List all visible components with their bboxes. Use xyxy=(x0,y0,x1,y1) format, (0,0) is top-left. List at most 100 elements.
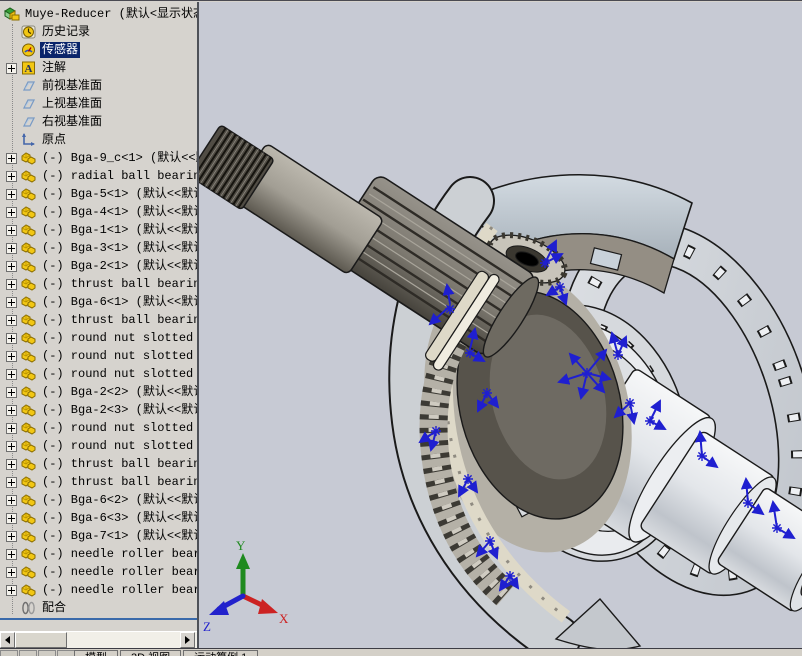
tree-item-part-16[interactable]: (-) round nut slotted for xyxy=(0,419,197,437)
tree-item-part-1[interactable]: (-) Bga-9_c<1> (默认<<默认 xyxy=(0,149,197,167)
tree-item-part-24[interactable]: (-) needle roller bearing_ xyxy=(0,563,197,581)
expander-icon[interactable] xyxy=(6,242,17,254)
tree-item-part-12[interactable]: (-) round nut slotted for xyxy=(0,347,197,365)
sensor-icon xyxy=(20,42,37,58)
tree-item-part-2[interactable]: (-) radial ball bearing_68 xyxy=(0,167,197,185)
tab-0[interactable]: 模型 xyxy=(74,650,118,656)
tree-item-part-14[interactable]: (-) Bga-2<2> (默认<<默认>_ xyxy=(0,383,197,401)
item-label: (-) Bga-9_c<1> (默认<<默认 xyxy=(42,151,197,165)
tree-item-origin[interactable]: 原点 xyxy=(0,131,197,149)
graphics-viewport[interactable]: Y X Z xyxy=(199,2,802,649)
tree-item-part-21[interactable]: (-) Bga-6<3> (默认<<默认>_ xyxy=(0,509,197,527)
expander-icon[interactable] xyxy=(6,206,17,218)
part-icon xyxy=(20,456,37,472)
tab-nav-button[interactable] xyxy=(0,650,18,656)
item-label: (-) thrust ball bearing_68 xyxy=(42,475,197,489)
tree-item-part-19[interactable]: (-) thrust ball bearing_68 xyxy=(0,473,197,491)
tree-item-part-5[interactable]: (-) Bga-1<1> (默认<<默认>_ xyxy=(0,221,197,239)
plane-icon xyxy=(20,78,37,94)
left-arrow-icon xyxy=(5,636,10,644)
tree-item-top-plane[interactable]: 上视基准面 xyxy=(0,95,197,113)
item-label: (-) Bga-3<1> (默认<<默认>_ xyxy=(42,241,197,255)
part-icon xyxy=(20,528,37,544)
tree-item-part-13[interactable]: (-) round nut slotted for xyxy=(0,365,197,383)
expander-icon[interactable] xyxy=(6,368,17,380)
tab-nav-button[interactable] xyxy=(19,650,37,656)
part-icon xyxy=(20,312,37,328)
plane-icon xyxy=(20,114,37,130)
tree-item-history[interactable]: 历史记录 xyxy=(0,23,197,41)
expander-icon[interactable] xyxy=(6,404,17,416)
item-label: (-) needle roller bearing_ xyxy=(42,583,197,597)
expander-icon[interactable] xyxy=(6,296,17,308)
tree-item-annotations[interactable]: A 注解 xyxy=(0,59,197,77)
expander-icon[interactable] xyxy=(6,224,17,236)
tree-item-part-3[interactable]: (-) Bga-5<1> (默认<<默认>_ xyxy=(0,185,197,203)
tree-item-part-22[interactable]: (-) Bga-7<1> (默认<<默认>_ xyxy=(0,527,197,545)
expander-icon[interactable] xyxy=(6,152,17,164)
tree-item-part-7[interactable]: (-) Bga-2<1> (默认<<默认>_ xyxy=(0,257,197,275)
tab-nav-buttons[interactable] xyxy=(0,650,76,656)
tree-item-part-17[interactable]: (-) round nut slotted for xyxy=(0,437,197,455)
tree-item-part-18[interactable]: (-) thrust ball bearing_68 xyxy=(0,455,197,473)
tab-1[interactable]: 3D 视图 xyxy=(120,650,182,656)
tab-2[interactable]: 运动算例 1 xyxy=(183,650,259,656)
tree-item-part-6[interactable]: (-) Bga-3<1> (默认<<默认>_ xyxy=(0,239,197,257)
expander-icon[interactable] xyxy=(6,566,17,578)
tree-item-part-4[interactable]: (-) Bga-4<1> (默认<<默认>_ xyxy=(0,203,197,221)
part-icon xyxy=(20,438,37,454)
item-label: (-) Bga-1<1> (默认<<默认>_ xyxy=(42,223,197,237)
tree-item-root-assembly[interactable]: Muye-Reducer (默认<显示状态- xyxy=(0,5,197,23)
tree-item-right-plane[interactable]: 右视基准面 xyxy=(0,113,197,131)
item-label: (-) radial ball bearing_68 xyxy=(42,169,197,183)
expander-icon[interactable] xyxy=(6,494,17,506)
tree-horizontal-scrollbar[interactable] xyxy=(0,631,197,649)
expander-icon[interactable] xyxy=(6,260,17,272)
tree-item-part-20[interactable]: (-) Bga-6<2> (默认<<默认>_ xyxy=(0,491,197,509)
expander-icon[interactable] xyxy=(6,440,17,452)
tree-item-part-8[interactable]: (-) thrust ball bearing_68 xyxy=(0,275,197,293)
expander-icon[interactable] xyxy=(6,458,17,470)
tree-item-part-11[interactable]: (-) round nut slotted for xyxy=(0,329,197,347)
tree-item-part-10[interactable]: (-) thrust ball bearing_68 xyxy=(0,311,197,329)
tree-item-mates[interactable]: 配合 xyxy=(0,599,197,617)
item-label: (-) Bga-2<3> (默认<<默认>_ xyxy=(42,403,197,417)
item-label: Muye-Reducer (默认<显示状态- xyxy=(25,7,197,21)
expander-icon[interactable] xyxy=(6,386,17,398)
panel-bottom-accent xyxy=(0,618,197,620)
expander-icon[interactable] xyxy=(6,170,17,182)
tree-item-part-9[interactable]: (-) Bga-6<1> (默认<<默认>_ xyxy=(0,293,197,311)
annotation-icon: A xyxy=(20,60,37,76)
expander-icon[interactable] xyxy=(6,332,17,344)
expander-icon[interactable] xyxy=(6,188,17,200)
expander-icon[interactable] xyxy=(6,530,17,542)
scrollbar-thumb[interactable] xyxy=(15,632,67,648)
expander-icon[interactable] xyxy=(6,422,17,434)
expander-icon[interactable] xyxy=(6,278,17,290)
tree-item-front-plane[interactable]: 前视基准面 xyxy=(0,77,197,95)
expander-icon[interactable] xyxy=(6,350,17,362)
expander-icon[interactable] xyxy=(6,512,17,524)
tree-item-part-25[interactable]: (-) needle roller bearing_ xyxy=(0,581,197,599)
feature-tree: Muye-Reducer (默认<显示状态- 历史记录 传感器 A 注解 前视基… xyxy=(0,5,197,617)
part-icon xyxy=(20,510,37,526)
item-label: (-) round nut slotted for xyxy=(42,367,197,381)
triad-z-label: Z xyxy=(203,619,211,634)
assembly-icon xyxy=(3,6,20,22)
tree-item-part-15[interactable]: (-) Bga-2<3> (默认<<默认>_ xyxy=(0,401,197,419)
item-label: 前视基准面 xyxy=(42,79,103,93)
tree-item-part-23[interactable]: (-) needle roller bearing_ xyxy=(0,545,197,563)
solidworks-window: Muye-Reducer (默认<显示状态- 历史记录 传感器 A 注解 前视基… xyxy=(0,0,802,656)
scroll-left-button[interactable] xyxy=(0,632,15,648)
expander-icon[interactable] xyxy=(6,62,17,74)
expander-icon[interactable] xyxy=(6,476,17,488)
expander-icon[interactable] xyxy=(6,314,17,326)
expander-icon[interactable] xyxy=(6,584,17,596)
scroll-right-button[interactable] xyxy=(180,632,195,648)
item-label: (-) Bga-6<3> (默认<<默认>_ xyxy=(42,511,197,525)
tab-nav-button[interactable] xyxy=(57,650,75,656)
tab-nav-button[interactable] xyxy=(38,650,56,656)
item-label: 原点 xyxy=(42,133,67,147)
expander-icon[interactable] xyxy=(6,548,17,560)
tree-item-sensors[interactable]: 传感器 xyxy=(0,41,197,59)
